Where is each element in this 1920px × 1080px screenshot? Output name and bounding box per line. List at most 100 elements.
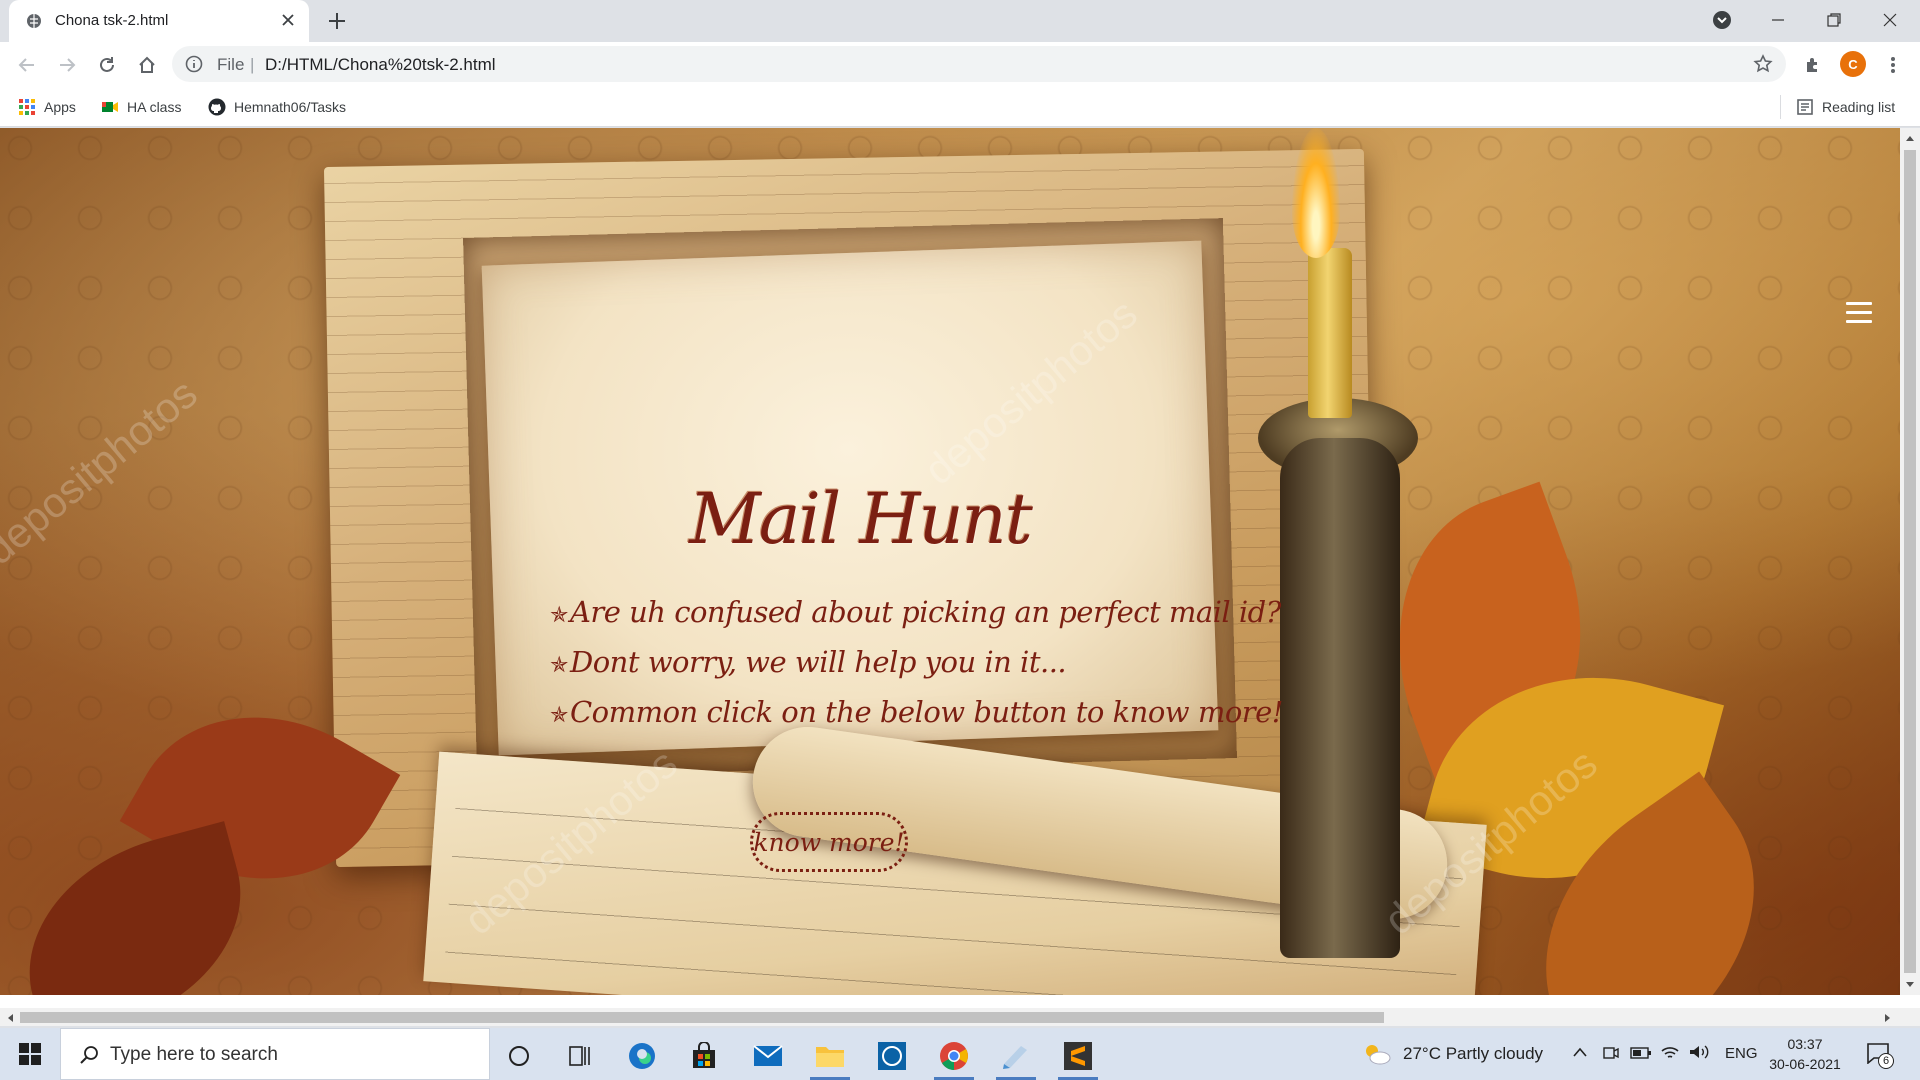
task-view-button[interactable]: [558, 1036, 602, 1076]
menu-button[interactable]: [1880, 52, 1906, 78]
tab-search-button[interactable]: [1694, 0, 1750, 40]
search-placeholder: Type here to search: [110, 1044, 278, 1065]
hero-card: Mail Hunt ✯ Are uh confused about pickin…: [500, 328, 1283, 872]
bookmark-label: Apps: [44, 99, 76, 115]
reload-button[interactable]: [94, 52, 120, 78]
scroll-right-icon[interactable]: [1884, 1013, 1892, 1023]
minimize-icon: [1772, 19, 1784, 21]
restore-icon: [1827, 13, 1841, 27]
bookmark-ha-class[interactable]: HA class: [101, 97, 181, 117]
apps-grid-icon: [19, 99, 35, 115]
star-icon: ✯: [550, 703, 568, 728]
clock-time: 03:37: [1787, 1036, 1823, 1052]
tab-title: Chona tsk-2.html: [55, 12, 169, 29]
close-window-button[interactable]: [1862, 0, 1918, 40]
hamburger-menu-icon[interactable]: [1846, 302, 1872, 326]
back-button[interactable]: [14, 52, 40, 78]
windows-taskbar: Type here to search 27°C Partly cloudy E…: [0, 1028, 1920, 1080]
intro-line: ✯ Dont worry, we will help you in it...: [550, 645, 1190, 695]
tab-search-icon: [1713, 11, 1731, 29]
new-tab-icon[interactable]: [326, 10, 348, 32]
puzzle-icon: [1807, 58, 1817, 72]
language-indicator[interactable]: ENG: [1725, 1045, 1758, 1062]
intro-lines: ✯ Are uh confused about picking an perfe…: [550, 595, 1283, 745]
dell-app[interactable]: [870, 1036, 914, 1076]
bookmark-apps[interactable]: Apps: [18, 97, 76, 117]
windows-logo-icon: [19, 1043, 41, 1065]
close-icon: [1883, 13, 1897, 27]
taskbar-search[interactable]: Type here to search: [60, 1028, 490, 1080]
task-view-icon: [569, 1046, 590, 1066]
weather-icon[interactable]: [1362, 1042, 1392, 1066]
store-icon: [693, 1042, 715, 1068]
globe-icon: [27, 14, 41, 28]
reading-list-button[interactable]: Reading list: [1796, 97, 1895, 117]
home-icon: [139, 56, 155, 73]
home-button[interactable]: [134, 52, 160, 78]
notification-count-badge: 6: [1878, 1053, 1894, 1069]
weather-text[interactable]: 27°C Partly cloudy: [1403, 1044, 1543, 1064]
bookmark-star-icon[interactable]: [1753, 54, 1773, 74]
volume-icon[interactable]: [1688, 1043, 1710, 1061]
scroll-up-icon[interactable]: [1905, 134, 1915, 142]
address-bar[interactable]: File | D:/HTML/Chona%20tsk-2.html: [172, 46, 1786, 82]
info-icon[interactable]: [185, 55, 203, 73]
file-explorer-app[interactable]: [808, 1036, 852, 1080]
sublime-icon: [1064, 1042, 1092, 1070]
extensions-button[interactable]: [1800, 52, 1826, 78]
start-button[interactable]: [0, 1028, 60, 1080]
bookmark-github[interactable]: Hemnath06/Tasks: [208, 97, 346, 117]
store-app[interactable]: [682, 1036, 726, 1076]
scrollbar-thumb[interactable]: [1904, 150, 1916, 973]
reading-list-label: Reading list: [1822, 99, 1896, 115]
sublime-text-app[interactable]: [1056, 1036, 1100, 1080]
url-text[interactable]: D:/HTML/Chona%20tsk-2.html: [265, 55, 496, 75]
star-icon: ✯: [550, 603, 568, 628]
bookmark-label: Hemnath06/Tasks: [234, 99, 347, 115]
folder-icon: [816, 1047, 844, 1067]
url-separator: |: [250, 55, 255, 74]
dell-icon: [878, 1042, 906, 1070]
more-vertical-icon: [1891, 57, 1895, 73]
paint-app[interactable]: [994, 1036, 1038, 1080]
paint-icon: [1003, 1046, 1027, 1069]
restore-button[interactable]: [1806, 0, 1862, 40]
url-scheme: File: [217, 55, 245, 74]
tab-active[interactable]: Chona tsk-2.html: [9, 0, 309, 42]
browser-toolbar: File | D:/HTML/Chona%20tsk-2.html C: [0, 42, 1920, 87]
scrollbar-thumb[interactable]: [20, 1012, 1384, 1023]
chrome-app[interactable]: [932, 1036, 976, 1080]
intro-text: Are uh confused about picking an perfect…: [569, 595, 1281, 629]
know-more-button[interactable]: know more!: [750, 812, 908, 872]
chevron-up-icon[interactable]: [1572, 1046, 1588, 1058]
cortana-icon: [509, 1046, 529, 1066]
bookmark-label: HA class: [127, 99, 182, 115]
arrow-right-icon: [60, 58, 76, 72]
scroll-left-icon[interactable]: [6, 1013, 14, 1023]
battery-icon[interactable]: [1630, 1046, 1652, 1060]
forward-button[interactable]: [54, 52, 80, 78]
profile-avatar[interactable]: C: [1840, 51, 1866, 77]
github-icon: [208, 98, 226, 116]
reading-list-icon: [1797, 99, 1813, 115]
close-tab-icon[interactable]: [279, 11, 297, 29]
vertical-scrollbar[interactable]: [1900, 128, 1920, 995]
reload-icon: [100, 57, 114, 72]
star-icon: ✯: [550, 653, 568, 678]
cortana-button[interactable]: [497, 1036, 541, 1076]
meet-icon: [102, 102, 118, 112]
horizontal-scrollbar[interactable]: [0, 1008, 1920, 1026]
page-viewport: depositphotos depositphotos depositphoto…: [0, 128, 1900, 995]
minimize-button[interactable]: [1750, 0, 1806, 40]
edge-icon: [629, 1043, 655, 1069]
intro-line: ✯ Common click on the below button to kn…: [550, 695, 1283, 745]
intro-text: Common click on the below button to know…: [569, 695, 1284, 729]
edge-app[interactable]: [620, 1036, 664, 1076]
meet-now-icon[interactable]: [1602, 1044, 1620, 1062]
clock[interactable]: 03:37 30-06-2021: [1765, 1034, 1845, 1074]
candle: [1308, 248, 1352, 418]
mail-app[interactable]: [746, 1036, 790, 1076]
notification-center-button[interactable]: 6: [1862, 1038, 1896, 1070]
scroll-down-icon[interactable]: [1905, 981, 1915, 989]
wifi-icon[interactable]: [1660, 1043, 1680, 1061]
